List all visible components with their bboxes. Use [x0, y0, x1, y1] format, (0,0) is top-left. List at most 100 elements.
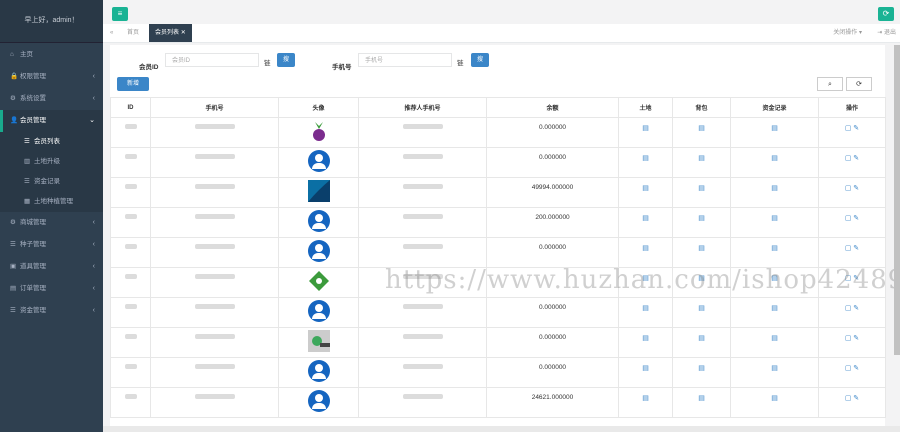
- sidebar-item-3[interactable]: 👤 会员管理 ⌄: [0, 110, 103, 132]
- calendar-icon[interactable]: ▢: [845, 245, 852, 252]
- tab-member-list[interactable]: 会员列表 ✕: [149, 24, 192, 42]
- edit-icon[interactable]: ✎: [853, 245, 859, 252]
- land-list-icon[interactable]: ▤: [642, 365, 649, 372]
- sidebar-item-7[interactable]: ▤ 订单管理 ‹: [0, 278, 103, 300]
- cell-land[interactable]: ▤: [618, 327, 673, 358]
- backpack-list-icon[interactable]: ▤: [698, 365, 705, 372]
- backpack-list-icon[interactable]: ▤: [698, 185, 705, 192]
- cell-fund-records[interactable]: ▤: [730, 387, 819, 418]
- edit-icon[interactable]: ✎: [853, 395, 859, 402]
- add-button[interactable]: 新增: [117, 77, 149, 91]
- search-icon[interactable]: ⌕: [817, 77, 843, 91]
- land-list-icon[interactable]: ▤: [642, 395, 649, 402]
- sidebar-item-8[interactable]: ☰ 资金管理 ‹: [0, 300, 103, 322]
- edit-icon[interactable]: ✎: [853, 185, 859, 192]
- close-icon[interactable]: ✕: [181, 30, 186, 36]
- cell-fund-records[interactable]: ▤: [730, 117, 819, 148]
- land-list-icon[interactable]: ▤: [642, 125, 649, 132]
- sidebar-item-4[interactable]: ⚙ 商城管理 ‹: [0, 212, 103, 234]
- land-list-icon[interactable]: ▤: [642, 245, 649, 252]
- calendar-icon[interactable]: ▢: [845, 335, 852, 342]
- cell-land[interactable]: ▤: [618, 297, 673, 328]
- tab-back-icon[interactable]: «: [110, 24, 113, 42]
- cell-fund-records[interactable]: ▤: [730, 327, 819, 358]
- edit-icon[interactable]: ✎: [853, 305, 859, 312]
- cell-backpack[interactable]: ▤: [672, 117, 731, 148]
- sidebar-subitem-1[interactable]: ▥ 土地升级: [0, 152, 103, 172]
- menu-toggle-button[interactable]: ≡: [112, 7, 128, 21]
- sidebar-subitem-2[interactable]: ☰ 资金记录: [0, 172, 103, 192]
- fund-records-icon[interactable]: ▤: [771, 215, 778, 222]
- land-list-icon[interactable]: ▤: [642, 335, 649, 342]
- backpack-list-icon[interactable]: ▤: [698, 335, 705, 342]
- edit-icon[interactable]: ✎: [853, 215, 859, 222]
- horizontal-scrollbar[interactable]: [103, 426, 900, 432]
- cell-backpack[interactable]: ▤: [672, 237, 731, 268]
- backpack-list-icon[interactable]: ▤: [698, 395, 705, 402]
- land-list-icon[interactable]: ▤: [642, 185, 649, 192]
- calendar-icon[interactable]: ▢: [845, 215, 852, 222]
- calendar-icon[interactable]: ▢: [845, 365, 852, 372]
- cell-land[interactable]: ▤: [618, 387, 673, 418]
- cell-land[interactable]: ▤: [618, 177, 673, 208]
- fund-records-icon[interactable]: ▤: [771, 155, 778, 162]
- edit-icon[interactable]: ✎: [853, 125, 859, 132]
- sidebar-item-0[interactable]: ⌂ 主页: [0, 44, 103, 66]
- cell-fund-records[interactable]: ▤: [730, 177, 819, 208]
- scrollbar[interactable]: [894, 45, 900, 355]
- phone-input[interactable]: 手机号: [358, 53, 452, 67]
- cell-fund-records[interactable]: ▤: [730, 357, 819, 388]
- backpack-list-icon[interactable]: ▤: [698, 245, 705, 252]
- land-list-icon[interactable]: ▤: [642, 215, 649, 222]
- cell-backpack[interactable]: ▤: [672, 147, 731, 178]
- refresh-button[interactable]: ⟳: [878, 7, 894, 21]
- backpack-list-icon[interactable]: ▤: [698, 155, 705, 162]
- cell-backpack[interactable]: ▤: [672, 297, 731, 328]
- fund-records-icon[interactable]: ▤: [771, 305, 778, 312]
- fund-records-icon[interactable]: ▤: [771, 335, 778, 342]
- table-refresh-button[interactable]: ⟳: [846, 77, 872, 91]
- cell-backpack[interactable]: ▤: [672, 207, 731, 238]
- sidebar-item-5[interactable]: ☰ 种子管理 ‹: [0, 234, 103, 256]
- phone-search-button[interactable]: 搜: [471, 53, 489, 67]
- sidebar-subitem-0[interactable]: ☰ 会员列表: [0, 132, 103, 152]
- sidebar-subitem-3[interactable]: ▦ 土地种植管理: [0, 192, 103, 212]
- member-id-input[interactable]: 会员ID: [165, 53, 259, 67]
- edit-icon[interactable]: ✎: [853, 335, 859, 342]
- cell-backpack[interactable]: ▤: [672, 357, 731, 388]
- logout-link[interactable]: ⇥ 退出: [877, 24, 896, 42]
- backpack-list-icon[interactable]: ▤: [698, 215, 705, 222]
- land-list-icon[interactable]: ▤: [642, 305, 649, 312]
- cell-fund-records[interactable]: ▤: [730, 147, 819, 178]
- land-list-icon[interactable]: ▤: [642, 155, 649, 162]
- calendar-icon[interactable]: ▢: [845, 305, 852, 312]
- close-operations-menu[interactable]: 关闭操作 ▾: [833, 24, 862, 42]
- fund-records-icon[interactable]: ▤: [771, 245, 778, 252]
- cell-land[interactable]: ▤: [618, 147, 673, 178]
- sidebar-item-2[interactable]: ⚙ 系统设置 ‹: [0, 88, 103, 110]
- fund-records-icon[interactable]: ▤: [771, 185, 778, 192]
- calendar-icon[interactable]: ▢: [845, 395, 852, 402]
- cell-backpack[interactable]: ▤: [672, 387, 731, 418]
- calendar-icon[interactable]: ▢: [845, 185, 852, 192]
- cell-land[interactable]: ▤: [618, 357, 673, 388]
- backpack-list-icon[interactable]: ▤: [698, 125, 705, 132]
- calendar-icon[interactable]: ▢: [845, 155, 852, 162]
- sidebar-item-1[interactable]: 🔒 权限管理 ‹: [0, 66, 103, 88]
- fund-records-icon[interactable]: ▤: [771, 365, 778, 372]
- edit-icon[interactable]: ✎: [853, 365, 859, 372]
- fund-records-icon[interactable]: ▤: [771, 395, 778, 402]
- cell-fund-records[interactable]: ▤: [730, 237, 819, 268]
- cell-land[interactable]: ▤: [618, 207, 673, 238]
- sidebar-item-6[interactable]: ▣ 道具管理 ‹: [0, 256, 103, 278]
- cell-backpack[interactable]: ▤: [672, 327, 731, 358]
- calendar-icon[interactable]: ▢: [845, 125, 852, 132]
- cell-land[interactable]: ▤: [618, 237, 673, 268]
- cell-fund-records[interactable]: ▤: [730, 207, 819, 238]
- cell-backpack[interactable]: ▤: [672, 177, 731, 208]
- fund-records-icon[interactable]: ▤: [771, 125, 778, 132]
- cell-land[interactable]: ▤: [618, 117, 673, 148]
- tab-home[interactable]: 首页: [127, 24, 139, 42]
- cell-fund-records[interactable]: ▤: [730, 297, 819, 328]
- edit-icon[interactable]: ✎: [853, 155, 859, 162]
